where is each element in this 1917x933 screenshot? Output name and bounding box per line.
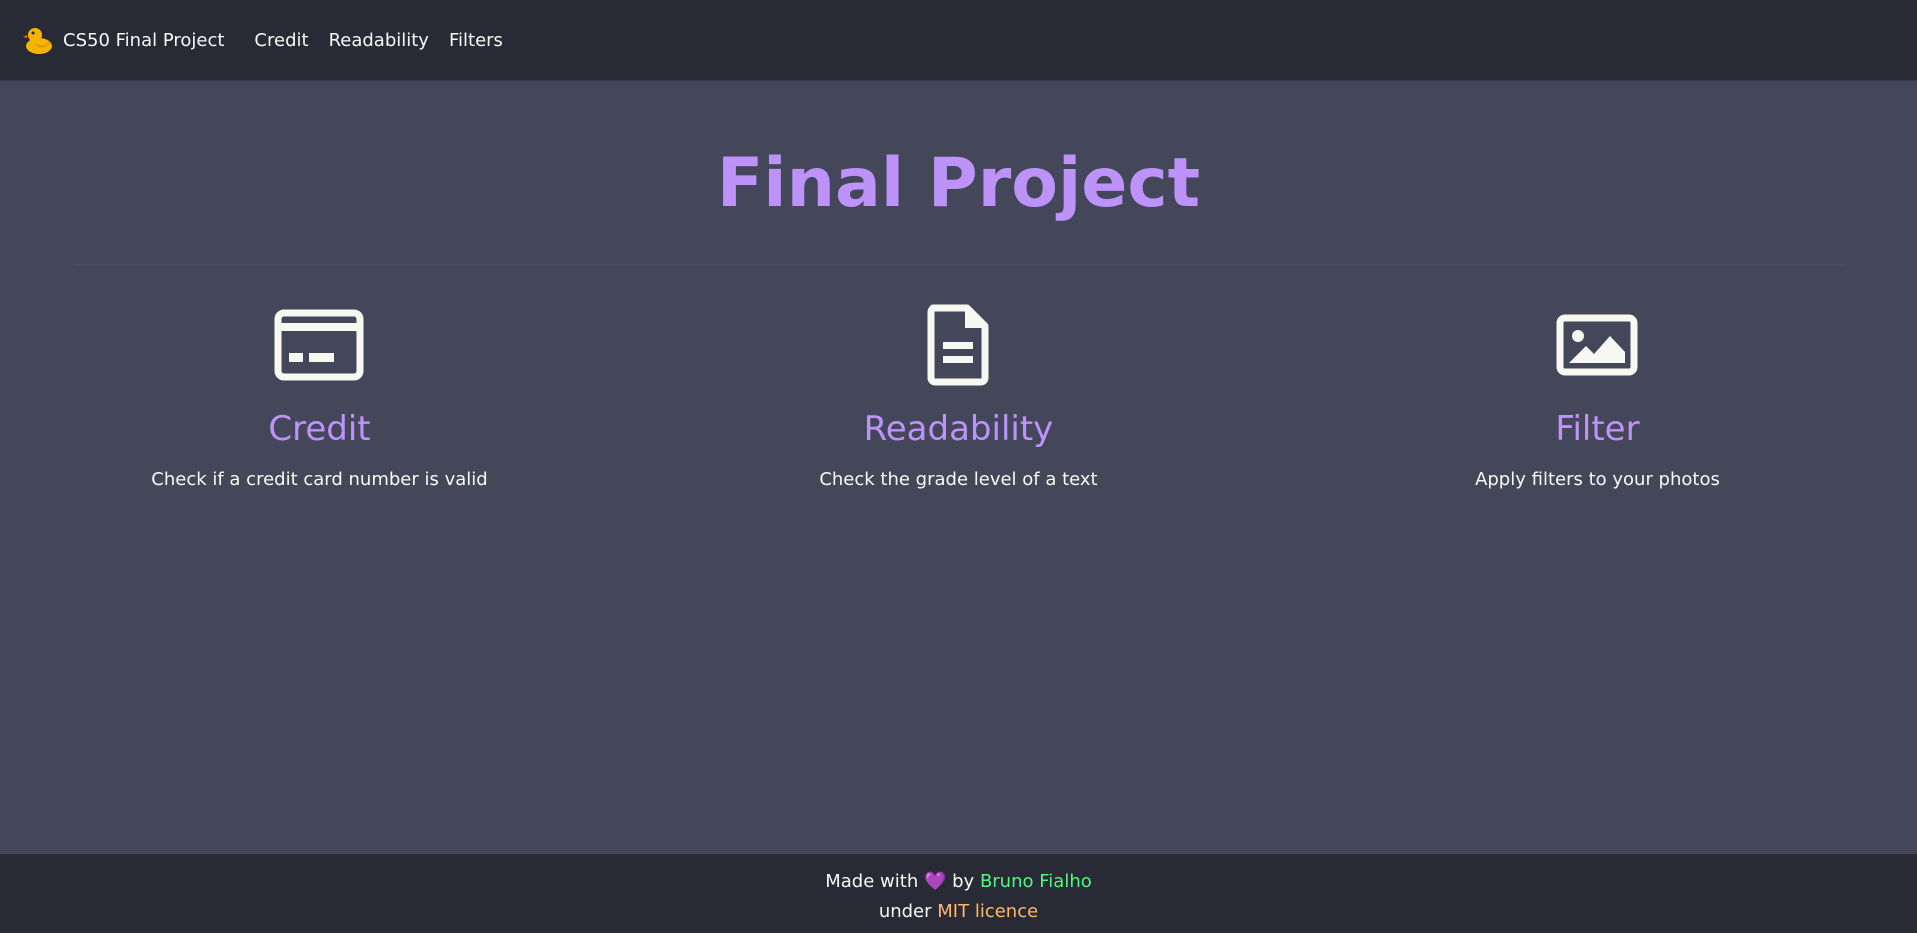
card-description: Check the grade level of a text [819, 469, 1098, 490]
image-icon [1556, 303, 1638, 387]
footer: Made with 💜 by Bruno Fialho under MIT li… [0, 854, 1917, 933]
nav-link-credit[interactable]: Credit [254, 30, 308, 51]
card-title: Readability [863, 409, 1054, 449]
main-content: Final Project Credit Check if a credit c… [0, 81, 1917, 854]
card-row: Credit Check if a credit card number is … [0, 303, 1917, 490]
card-filter[interactable]: Filter Apply filters to your photos [1278, 303, 1917, 490]
document-icon [927, 303, 989, 387]
nav-link-readability[interactable]: Readability [329, 30, 429, 51]
brand-link[interactable]: CS50 Final Project [22, 24, 224, 56]
footer-line-2: under MIT licence [0, 897, 1917, 927]
card-title: Filter [1555, 409, 1640, 449]
nav-link-filters[interactable]: Filters [449, 30, 503, 51]
card-credit[interactable]: Credit Check if a credit card number is … [0, 303, 639, 490]
page-title: Final Project [716, 144, 1201, 223]
card-readability[interactable]: Readability Check the grade level of a t… [639, 303, 1278, 490]
credit-card-icon [274, 303, 364, 387]
made-with-text: Made with [825, 871, 919, 892]
card-title: Credit [268, 409, 371, 449]
licence-link[interactable]: MIT licence [937, 901, 1038, 922]
duck-icon [22, 24, 54, 56]
author-link[interactable]: Bruno Fialho [980, 871, 1092, 892]
under-text: under [878, 901, 932, 922]
footer-line-1: Made with 💜 by Bruno Fialho [0, 867, 1917, 897]
navbar: CS50 Final Project Credit Readability Fi… [0, 0, 1917, 81]
brand-text: CS50 Final Project [63, 29, 225, 51]
card-description: Check if a credit card number is valid [151, 469, 488, 490]
card-description: Apply filters to your photos [1475, 469, 1720, 490]
heart-icon: 💜 [923, 871, 947, 892]
by-text: by [952, 871, 975, 892]
divider [75, 264, 1842, 265]
